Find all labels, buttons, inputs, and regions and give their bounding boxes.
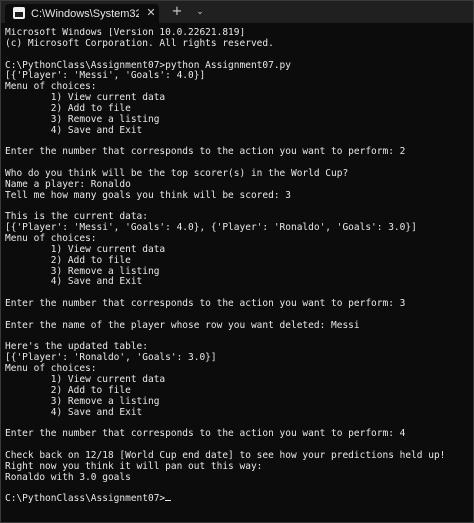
plus-icon[interactable]: + bbox=[169, 4, 185, 20]
tab-cmd[interactable]: C:\Windows\System32\cmd.e ✕ bbox=[5, 4, 159, 23]
terminal-line: Enter the name of the player whose row y… bbox=[5, 319, 360, 331]
terminal-line: (c) Microsoft Corporation. All rights re… bbox=[5, 37, 274, 49]
tab-title: C:\Windows\System32\cmd.e bbox=[31, 8, 139, 20]
terminal-line: 4) Save and Exit bbox=[5, 406, 143, 418]
terminal-line: 3) Remove a listing bbox=[5, 395, 160, 407]
chevron-down-icon[interactable]: ⌄ bbox=[193, 5, 207, 19]
close-icon[interactable]: ✕ bbox=[144, 6, 158, 20]
terminal-line: Enter the number that corresponds to the… bbox=[5, 428, 406, 440]
text-cursor bbox=[165, 500, 172, 502]
terminal-window: C:\Windows\System32\cmd.e ✕ + ⌄ Microsof… bbox=[0, 0, 474, 523]
terminal-output[interactable]: Microsoft Windows [Version 10.0.22621.81… bbox=[5, 28, 471, 520]
terminal-line: 3) Remove a listing bbox=[5, 113, 160, 125]
terminal-line: 4) Save and Exit bbox=[5, 276, 143, 288]
terminal-line: 4) Save and Exit bbox=[5, 124, 143, 136]
terminal-line: Enter the number that corresponds to the… bbox=[5, 146, 406, 158]
terminal-line: Right now you think it will pan out this… bbox=[5, 460, 263, 472]
terminal-line: Ronaldo with 3.0 goals bbox=[5, 471, 131, 483]
terminal-icon bbox=[13, 7, 25, 19]
terminal-line: C:\PythonClass\Assignment07> bbox=[5, 493, 471, 505]
terminal-line: Tell me how many goals you think will be… bbox=[5, 189, 291, 201]
terminal-line: 2) Add to file bbox=[5, 254, 131, 266]
terminal-line: Enter the number that corresponds to the… bbox=[5, 298, 406, 310]
title-bar: C:\Windows\System32\cmd.e ✕ + ⌄ bbox=[1, 1, 473, 23]
